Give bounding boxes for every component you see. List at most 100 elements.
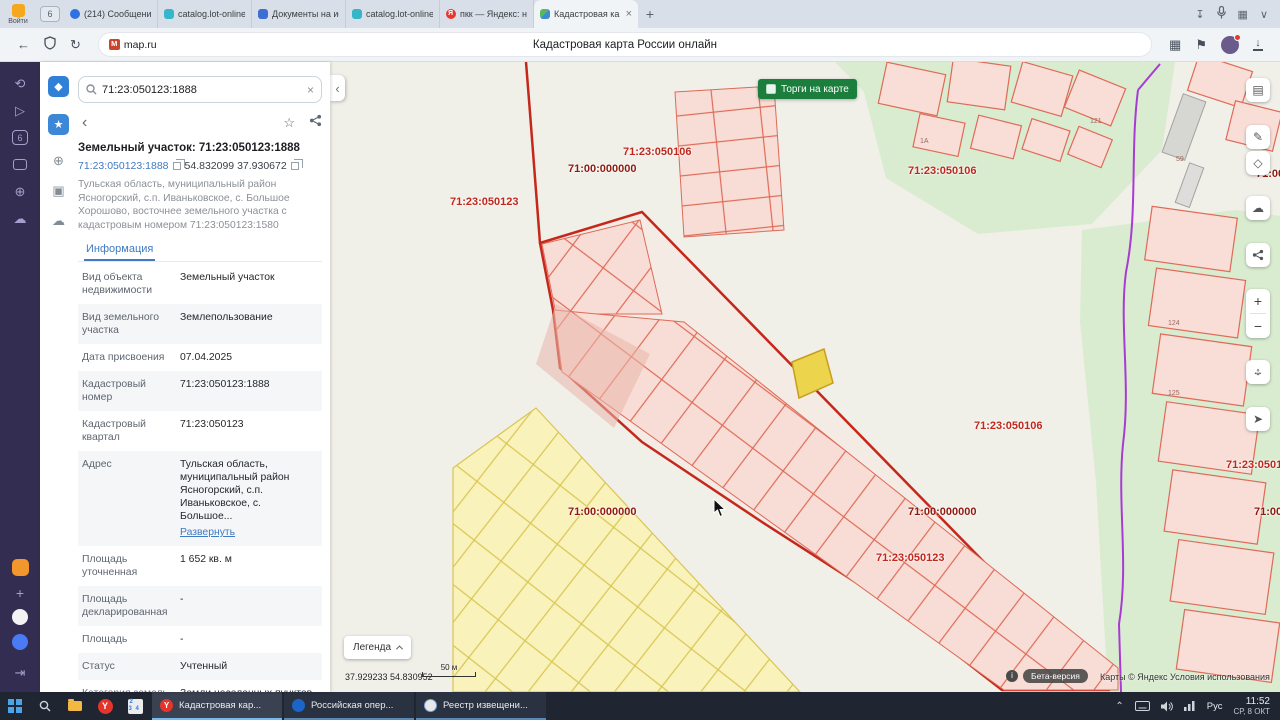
row-value: 1 652 кв. м: [180, 553, 316, 579]
boards-icon[interactable]: ▦: [1238, 8, 1248, 21]
terms-link[interactable]: Условия использования: [1170, 672, 1270, 682]
cloud-panel-button[interactable]: ☁: [48, 210, 69, 231]
downloads-tray-icon[interactable]: ↧: [1195, 8, 1204, 21]
network-icon[interactable]: [1184, 701, 1196, 711]
app-icon: [424, 699, 437, 712]
torgi-checkbox[interactable]: [766, 84, 776, 94]
taskbar-app-operator[interactable]: Российская опер...: [284, 692, 414, 720]
table-row: СтатусУчтенный: [78, 653, 322, 680]
video-icon[interactable]: ▷: [0, 97, 40, 124]
new-tab-button[interactable]: +: [638, 0, 662, 28]
zoom-in-button[interactable]: +: [1246, 289, 1270, 313]
share-icon: [1252, 249, 1264, 261]
omnibox[interactable]: map.ru Кадастровая карта России онлайн: [98, 32, 1152, 57]
protect-shield-icon[interactable]: [44, 36, 56, 53]
tab-information[interactable]: Информация: [84, 238, 155, 261]
mic-icon[interactable]: [1217, 6, 1226, 22]
my-location-button[interactable]: ➤: [1246, 407, 1270, 431]
start-button[interactable]: [0, 692, 30, 720]
favorites-button[interactable]: ★: [48, 114, 69, 135]
site-chip[interactable]: map.ru: [109, 39, 157, 51]
share-icon[interactable]: [309, 114, 322, 132]
print-cloud-button[interactable]: ☁: [1246, 196, 1270, 220]
table-row: Кадастровый номер71:23:050123:1888: [78, 371, 322, 411]
tab-yandex-search[interactable]: пкк — Яндекс: нашлось: [440, 0, 534, 28]
lot-online-favicon: [164, 9, 174, 19]
downloads-icon[interactable]: ↓: [1253, 39, 1263, 51]
screenshot-tool-button[interactable]: 234: [120, 692, 150, 720]
folder-icon: [68, 701, 82, 711]
tab-mail[interactable]: (214) Сообщение: [64, 0, 158, 28]
add-panel-icon[interactable]: +: [16, 585, 24, 601]
refresh-button[interactable]: ↻: [70, 37, 81, 53]
bookmark-flag-icon[interactable]: ⚑: [1195, 37, 1207, 53]
sidebar-counter-badge[interactable]: 6: [40, 6, 60, 22]
copy-icon[interactable]: [291, 162, 299, 170]
cloud-icon[interactable]: ☁: [0, 205, 40, 232]
alice-icon[interactable]: [12, 559, 29, 576]
browser-sidebar: ⟲ ▷ 6 ⊕ ☁ + ⇥: [0, 62, 40, 692]
expand-address-link[interactable]: Развернуть: [180, 526, 316, 539]
target-icon[interactable]: ⊕: [0, 178, 40, 205]
cadastral-map-canvas[interactable]: [330, 62, 1280, 692]
table-row: Дата присвоения07.04.2025: [78, 344, 322, 371]
tab-cadastral-map-active[interactable]: Кадастровая карта Рос ×: [534, 0, 638, 28]
collapse-sidebar-icon[interactable]: ⇥: [0, 659, 40, 686]
measure-tool-button[interactable]: ✎: [1246, 125, 1270, 149]
browser-profile-button[interactable]: Войти: [0, 0, 36, 28]
copy-icon[interactable]: [173, 162, 181, 170]
app-icon: Y: [160, 699, 173, 712]
taskbar-search-button[interactable]: [30, 692, 60, 720]
tab-label: catalog.lot-online.ru/inde: [178, 9, 245, 19]
pan-tool-button[interactable]: ↔↕: [1246, 360, 1270, 384]
favorite-star-icon[interactable]: ☆: [283, 115, 295, 131]
layers-tool-button[interactable]: ▤: [1246, 78, 1270, 102]
tab-lot-online-2[interactable]: catalog.lot-online.ru/inde: [346, 0, 440, 28]
cadastral-number-link[interactable]: 71:23:050123:1888: [78, 160, 169, 172]
app-logo[interactable]: ◆: [48, 76, 69, 97]
layers-panel-button[interactable]: ▣: [48, 180, 69, 201]
row-value: 07.04.2025: [180, 351, 316, 364]
search-box[interactable]: ×: [78, 76, 322, 103]
language-indicator[interactable]: Рус: [1207, 701, 1223, 712]
tray-expand-icon[interactable]: ⌃: [1115, 701, 1123, 712]
browser-icon: Y: [98, 699, 113, 714]
legend-button[interactable]: Легенда: [344, 636, 411, 659]
volume-icon[interactable]: [1161, 701, 1173, 712]
keyboard-icon[interactable]: [1135, 701, 1150, 711]
tab-documents[interactable]: Документы на исполнен: [252, 0, 346, 28]
counter-badge[interactable]: 6: [0, 124, 40, 151]
clear-search-icon[interactable]: ×: [307, 83, 314, 97]
zoom-out-button[interactable]: −: [1246, 314, 1270, 338]
chat-icon[interactable]: [0, 151, 40, 178]
app-circle-white-icon[interactable]: [12, 609, 28, 625]
tab-lot-online-1[interactable]: catalog.lot-online.ru/inde: [158, 0, 252, 28]
app-label: Российская опер...: [311, 700, 406, 711]
app-circle-blue-icon[interactable]: [12, 634, 28, 650]
torgi-toggle-button[interactable]: Торги на карте: [758, 79, 857, 99]
panel-back-button[interactable]: ‹: [82, 116, 87, 130]
file-explorer-button[interactable]: [60, 692, 90, 720]
yandex-browser-button[interactable]: Y: [90, 692, 120, 720]
collapse-strip-icon[interactable]: ∨: [1260, 8, 1268, 21]
map-area[interactable]: 71:23:050106 71:00:000000 71:23:050123 7…: [330, 62, 1280, 692]
measure-target-button[interactable]: ⊕: [48, 150, 69, 171]
back-button[interactable]: ←: [17, 37, 30, 52]
tiles-icon[interactable]: ▦: [1169, 37, 1181, 53]
taskbar-app-cadastral[interactable]: Y Кадастровая кар...: [152, 692, 282, 720]
attributes-table: Вид объекта недвижимостиЗемельный участо…: [78, 264, 322, 692]
row-label: Адрес: [82, 458, 172, 539]
taskbar-app-registry[interactable]: Реестр извещени...: [416, 692, 546, 720]
tab-close-icon[interactable]: ×: [624, 8, 632, 20]
row-value: -: [180, 633, 316, 646]
app-icon: [292, 699, 305, 712]
panel-collapse-button[interactable]: ‹: [330, 75, 345, 101]
taskbar-clock[interactable]: 11:52 СР, 8 ОКТ: [1234, 696, 1271, 717]
parcel-coordinates: 54.832099 37.930672: [185, 160, 287, 172]
search-input[interactable]: [102, 84, 302, 96]
share-map-button[interactable]: [1246, 243, 1270, 267]
draw-polygon-button[interactable]: ◇: [1246, 151, 1270, 175]
info-icon[interactable]: i: [1006, 670, 1018, 682]
history-icon[interactable]: ⟲: [0, 70, 40, 97]
browser-avatar[interactable]: [1221, 36, 1239, 54]
